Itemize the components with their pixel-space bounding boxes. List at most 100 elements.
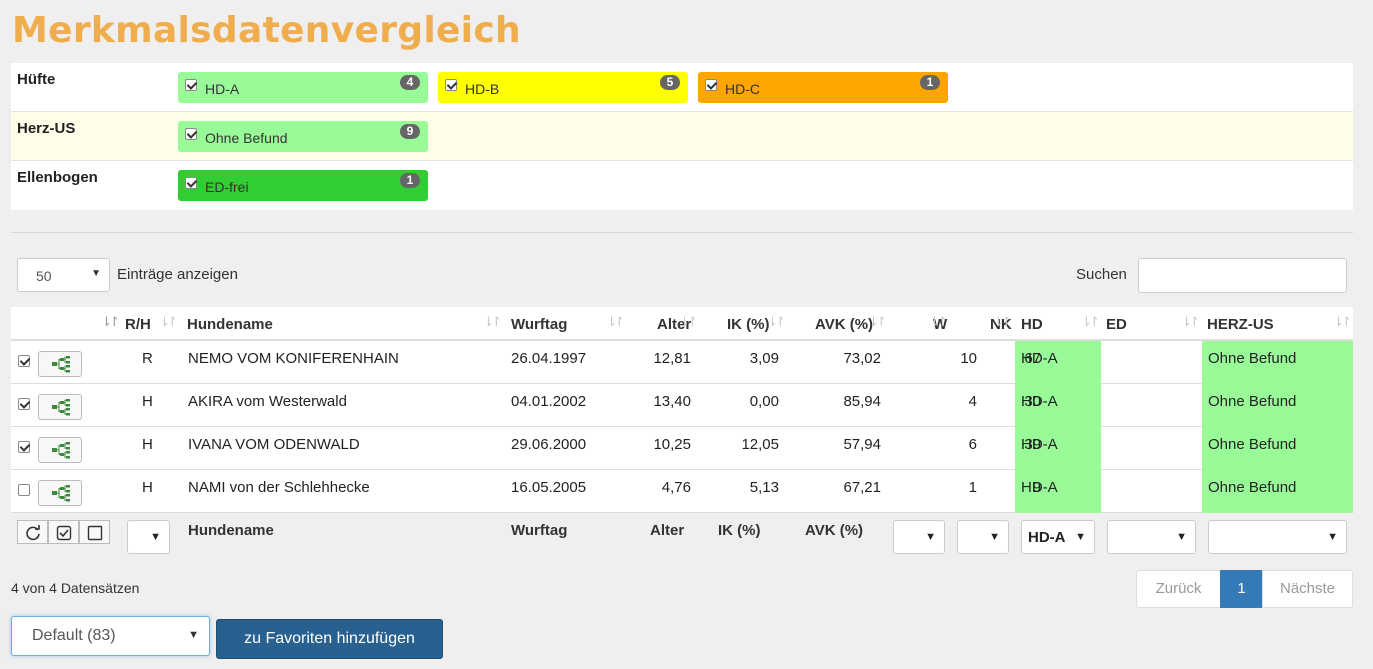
sort-icon[interactable]: ⇂↾ (101, 314, 120, 330)
search-label: Suchen (1076, 266, 1127, 283)
sort-icon[interactable]: ⇂↾ (606, 314, 625, 330)
cell-alter: 13,40 (653, 393, 691, 410)
filter-label-hundename: Hundename (188, 522, 274, 539)
col-herz-us[interactable]: HERZ-US (1207, 316, 1274, 333)
feature-label: Hüfte (17, 71, 56, 88)
chevron-down-icon: ▼ (150, 531, 161, 543)
deselect-all-button[interactable] (79, 520, 110, 544)
sort-icon[interactable]: ⇂↾ (1333, 314, 1352, 330)
cell-wurftag: 29.06.2000 (511, 436, 587, 453)
cell-rh: H (142, 436, 153, 453)
cell-w: 1 (968, 479, 977, 496)
cell-avk: 67,21 (843, 479, 881, 496)
cell-ik: 0,00 (749, 393, 779, 410)
cell-avk: 57,94 (843, 436, 881, 453)
divider (11, 232, 1353, 233)
select-all-button[interactable] (48, 520, 79, 544)
cell-ik: 5,13 (749, 479, 779, 496)
next-page-button[interactable]: Nächste (1262, 570, 1353, 608)
chip-hd-c[interactable]: HD-C 1 (698, 72, 948, 103)
table-row: H IVANA VOM ODENWALD 29.06.2000 10,25 12,05 5… (11, 427, 1353, 470)
sort-icon[interactable]: ⇂↾ (767, 314, 786, 330)
cell-rh: H (142, 479, 153, 496)
row-checkbox[interactable] (18, 398, 30, 410)
pedigree-button[interactable] (38, 394, 82, 420)
w-filter-select[interactable]: ▼ (893, 520, 945, 554)
uncheck-all-icon (87, 525, 102, 541)
add-favorites-button[interactable]: zu Favoriten hinzufügen (216, 619, 443, 659)
sort-icon[interactable]: ⇂↾ (483, 314, 502, 330)
chip-checkbox[interactable] (445, 79, 457, 91)
pedigree-button[interactable] (38, 480, 82, 506)
page-1-button[interactable]: 1 (1220, 570, 1263, 608)
chip-hd-a[interactable]: HD-A 4 (178, 72, 428, 103)
page-length-select[interactable]: 50 ▼ (17, 258, 110, 292)
feature-panel: Hüfte HD-A 4 HD-B 5 HD-C 1 Herz-US Ohne … (11, 63, 1353, 210)
prev-page-button[interactable]: Zurück (1136, 570, 1221, 608)
hd-filter-value: HD-A (1028, 529, 1066, 546)
sort-icon[interactable]: ⇂↾ (1181, 314, 1200, 330)
chevron-down-icon: ▼ (91, 268, 101, 279)
ed-filter-select[interactable]: ▼ (1107, 520, 1196, 554)
col-avk[interactable]: AVK (%) (815, 316, 873, 333)
cell-rh: H (142, 393, 153, 410)
rh-filter-select[interactable]: ▼ (127, 520, 170, 554)
col-ed[interactable]: ED (1106, 316, 1127, 333)
hd-filter-select[interactable]: HD-A ▼ (1021, 520, 1095, 554)
col-wurftag[interactable]: Wurftag (511, 316, 567, 333)
chip-ed-frei[interactable]: ED-frei 1 (178, 170, 428, 201)
preset-select[interactable]: Default (83) ▼ (11, 616, 210, 656)
cell-avk: 85,94 (843, 393, 881, 410)
table-body: R NEMO VOM KONIFERENHAIN 26.04.1997 12,81 3,… (11, 341, 1353, 513)
pedigree-button[interactable] (38, 437, 82, 463)
row-checkbox[interactable] (18, 484, 30, 496)
refresh-button[interactable] (17, 520, 48, 544)
cell-rh: R (142, 350, 153, 367)
chip-hd-b[interactable]: HD-B 5 (438, 72, 688, 103)
refresh-icon (25, 525, 40, 541)
chip-checkbox[interactable] (185, 79, 197, 91)
row-checkbox[interactable] (18, 355, 30, 367)
chip-label: Ohne Befund (205, 130, 288, 146)
cell-w: 6 (968, 436, 977, 453)
sort-icon[interactable]: ⇂↾ (929, 314, 948, 330)
count-badge: 5 (660, 75, 680, 90)
sort-icon[interactable]: ⇂↾ (679, 314, 698, 330)
col-hd[interactable]: HD (1021, 316, 1043, 333)
table-row: R NEMO VOM KONIFERENHAIN 26.04.1997 12,81 3,… (11, 341, 1353, 384)
herz-filter-select[interactable]: ▼ (1208, 520, 1347, 554)
sort-icon[interactable]: ⇂↾ (993, 314, 1012, 330)
chevron-down-icon: ▼ (989, 531, 1000, 543)
chip-label: ED-frei (205, 179, 249, 195)
pedigree-button[interactable] (38, 351, 82, 377)
col-rh[interactable]: R/H (125, 316, 151, 333)
cell-herz: Ohne Befund (1208, 393, 1297, 410)
cell-name: NAMI von der Schlehhecke (188, 479, 370, 496)
row-checkbox[interactable] (18, 441, 30, 453)
cell-name: NEMO VOM KONIFERENHAIN (188, 350, 399, 367)
sort-icon[interactable]: ⇂↾ (868, 314, 887, 330)
chevron-down-icon: ▼ (1075, 531, 1086, 543)
chip-checkbox[interactable] (185, 128, 197, 140)
nk-filter-select[interactable]: ▼ (957, 520, 1009, 554)
cell-w: 4 (968, 393, 977, 410)
sort-icon[interactable]: ⇂↾ (1081, 314, 1100, 330)
filter-label-avk: AVK (%) (805, 522, 864, 539)
sort-icon[interactable]: ⇂↾ (159, 314, 178, 330)
chip-ohne-befund[interactable]: Ohne Befund 9 (178, 121, 428, 152)
feature-label: Ellenbogen (17, 169, 98, 186)
chevron-down-icon: ▼ (188, 629, 199, 641)
page-length-value: 50 (36, 268, 52, 284)
chip-label: HD-C (725, 81, 760, 97)
filter-label-ik: IK (%) (718, 522, 761, 539)
chip-checkbox[interactable] (705, 79, 717, 91)
tree-icon (52, 485, 70, 502)
chip-checkbox[interactable] (185, 177, 197, 189)
chevron-down-icon: ▼ (1176, 531, 1187, 543)
search-input[interactable] (1138, 258, 1347, 293)
cell-ik: 12,05 (741, 436, 779, 453)
col-ik[interactable]: IK (%) (727, 316, 770, 333)
feature-row-ellenbogen: Ellenbogen ED-frei 1 (11, 161, 1353, 210)
cell-alter: 12,81 (653, 350, 691, 367)
col-hundename[interactable]: Hundename (187, 316, 273, 333)
